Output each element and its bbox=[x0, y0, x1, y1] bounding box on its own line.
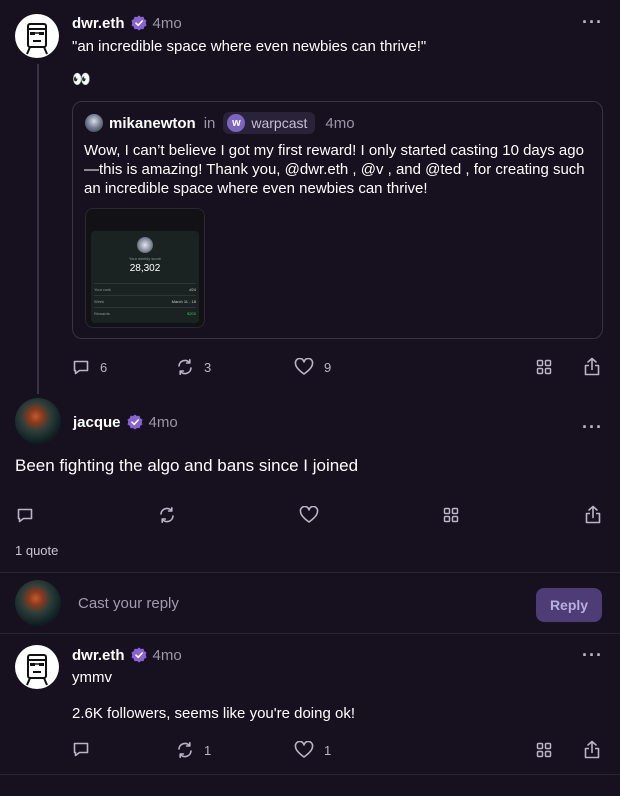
timestamp[interactable]: 4mo bbox=[153, 15, 182, 32]
heart-icon[interactable] bbox=[299, 506, 319, 524]
username[interactable]: dwr.eth bbox=[72, 15, 125, 32]
recast-action[interactable]: 1 bbox=[176, 741, 211, 759]
like-count: 1 bbox=[324, 742, 332, 758]
post-text: ymmv bbox=[72, 669, 112, 686]
in-label: in bbox=[203, 114, 216, 132]
warpcast-icon: w bbox=[227, 114, 246, 132]
avatar[interactable] bbox=[15, 14, 59, 58]
avatar[interactable] bbox=[15, 398, 61, 444]
timestamp[interactable]: 4mo bbox=[153, 647, 182, 664]
username[interactable]: mikanewton bbox=[109, 115, 196, 132]
username[interactable]: dwr.eth bbox=[72, 647, 125, 664]
avatar[interactable] bbox=[85, 114, 103, 132]
quoted-cast-text: Wow, I can’t believe I got my first rewa… bbox=[84, 142, 585, 197]
post-text: Been fighting the algo and bans since I … bbox=[15, 456, 359, 475]
post-header: dwr.eth 4mo bbox=[72, 13, 182, 33]
quoted-cast-image[interactable]: Your weekly score 28,302 Your rank #24 We… bbox=[85, 208, 205, 328]
divider bbox=[0, 572, 620, 573]
image-row: Your rank #24 bbox=[94, 287, 196, 292]
recast-count: 3 bbox=[204, 359, 212, 375]
avatar bbox=[15, 580, 61, 626]
like-count: 9 bbox=[324, 359, 332, 375]
channel-name: warpcast bbox=[251, 115, 308, 131]
verified-badge-icon bbox=[127, 414, 143, 430]
post-header: dwr.eth 4mo bbox=[72, 645, 182, 665]
post-emoji: 👀 bbox=[72, 71, 91, 88]
post-header: jacque 4mo bbox=[73, 412, 178, 432]
more-options-icon[interactable]: ··· bbox=[582, 417, 603, 438]
verified-badge-icon bbox=[131, 647, 147, 663]
recast-icon bbox=[178, 359, 192, 375]
comment-icon[interactable] bbox=[16, 506, 34, 524]
username[interactable]: jacque bbox=[73, 414, 121, 431]
more-options-icon[interactable]: ··· bbox=[582, 12, 603, 33]
timestamp[interactable]: 4mo bbox=[149, 414, 178, 431]
quoted-cast[interactable]: mikanewton in w warpcast 4mo Wow, I can’… bbox=[72, 101, 603, 339]
divider bbox=[0, 633, 620, 634]
quote-count[interactable]: 1 quote bbox=[15, 543, 58, 558]
share-icon[interactable] bbox=[584, 740, 600, 759]
share-icon[interactable] bbox=[585, 505, 601, 524]
image-row: Week March 11 - 18 bbox=[94, 299, 196, 304]
grid-icon[interactable] bbox=[536, 742, 552, 758]
reply-input[interactable]: Cast your reply bbox=[78, 595, 518, 612]
recast-icon[interactable] bbox=[158, 506, 176, 524]
image-label: Your weekly score bbox=[128, 256, 162, 261]
recast-count: 1 bbox=[204, 742, 212, 758]
image-row: Rewards $200 bbox=[94, 311, 196, 316]
grid-icon[interactable] bbox=[536, 359, 552, 375]
avatar[interactable] bbox=[15, 645, 59, 689]
reply-count: 6 bbox=[100, 359, 108, 375]
channel-pill[interactable]: w warpcast bbox=[223, 112, 316, 134]
recast-icon bbox=[178, 742, 192, 758]
recast-action[interactable]: 3 bbox=[176, 358, 211, 376]
timestamp[interactable]: 4mo bbox=[325, 115, 354, 132]
image-score: 28,302 bbox=[129, 263, 161, 274]
reply-action[interactable]: 6 bbox=[72, 358, 107, 376]
verified-badge-icon bbox=[131, 15, 147, 31]
more-options-icon[interactable]: ··· bbox=[582, 645, 603, 666]
quoted-cast-header: mikanewton in w warpcast 4mo bbox=[85, 112, 355, 134]
divider bbox=[0, 774, 620, 775]
heart-icon bbox=[294, 358, 314, 375]
reply-button[interactable]: Reply bbox=[536, 588, 602, 622]
comment-icon bbox=[73, 360, 89, 375]
share-icon[interactable] bbox=[584, 357, 600, 376]
comment-icon[interactable] bbox=[72, 740, 90, 758]
heart-icon bbox=[294, 741, 314, 758]
thread-connector bbox=[37, 64, 39, 394]
grid-icon[interactable] bbox=[443, 507, 459, 523]
post-text: "an incredible space where even newbies … bbox=[72, 38, 427, 55]
post-text: 2.6K followers, seems like you're doing … bbox=[72, 705, 356, 722]
like-action[interactable]: 1 bbox=[294, 741, 331, 759]
like-action[interactable]: 9 bbox=[294, 358, 331, 376]
